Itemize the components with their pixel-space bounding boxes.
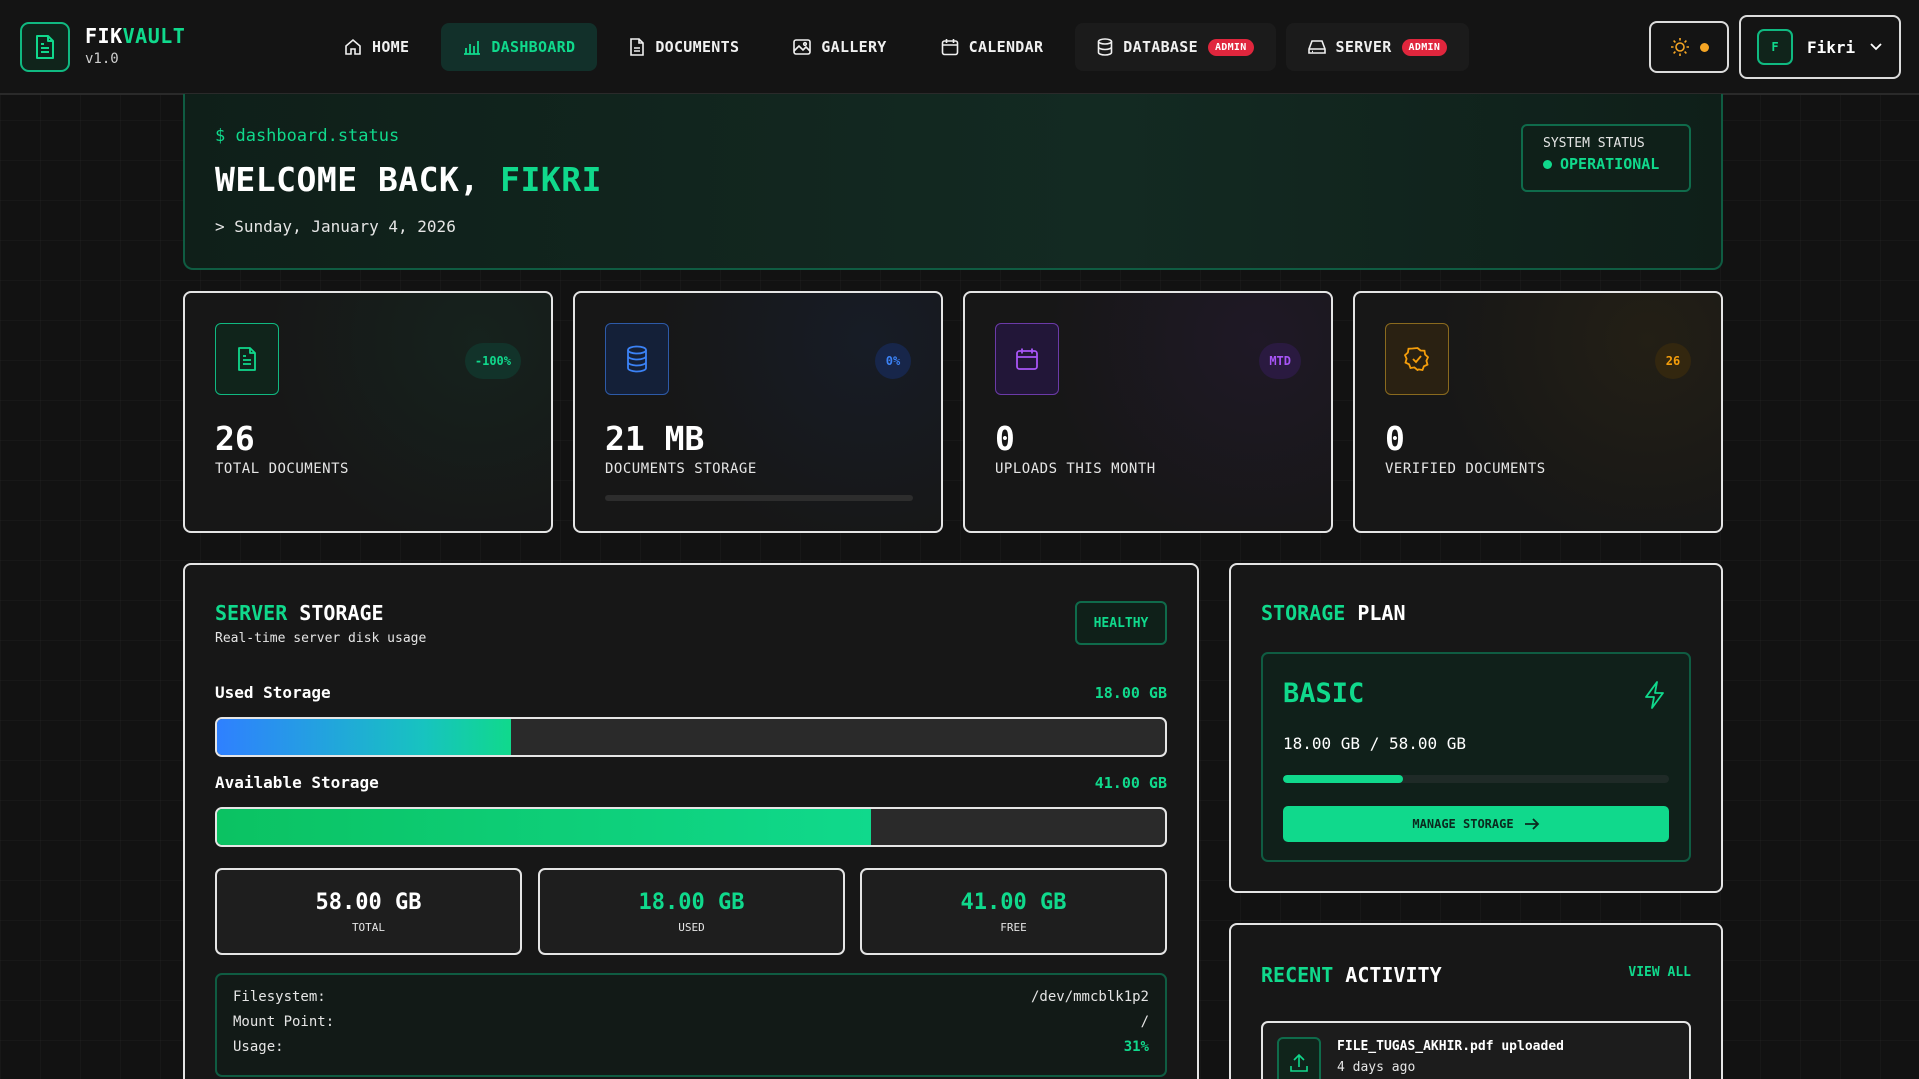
available-storage-fill	[217, 809, 872, 845]
stat-badge: 26	[1655, 343, 1691, 379]
activity-time: 4 days ago	[1337, 1060, 1416, 1075]
verified-badge-icon	[1404, 347, 1430, 372]
stat-card-verified-documents[interactable]: 26 0 VERIFIED DOCUMENTS	[1353, 291, 1723, 533]
welcome-banner: $ dashboard.status WELCOME BACK, FIKRI >…	[183, 94, 1723, 270]
main-nav: HOME DASHBOARD DOCUMENTS GALLERY CALENDA…	[322, 23, 1470, 71]
stat-value: 21 MB	[605, 419, 705, 458]
database-icon	[1097, 38, 1113, 56]
nav-dashboard[interactable]: DASHBOARD	[441, 23, 598, 71]
manage-storage-button[interactable]: MANAGE STORAGE	[1283, 806, 1669, 842]
view-all-link[interactable]: VIEW ALL	[1628, 965, 1691, 980]
image-icon	[793, 39, 812, 55]
document-icon	[36, 35, 54, 59]
panel-subtitle: Real-time server disk usage	[215, 631, 427, 646]
database-icon	[627, 345, 647, 373]
filesystem-info: Filesystem:/dev/mmcblk1p2 Mount Point: / …	[215, 973, 1167, 1077]
activity-title: FILE_TUGAS_AKHIR.pdf uploaded	[1337, 1039, 1564, 1054]
avatar: F	[1757, 29, 1793, 65]
stat-badge: -100%	[464, 343, 521, 379]
plan-name: BASIC	[1283, 678, 1365, 709]
used-storage-card: 18.00 GB USED	[538, 868, 845, 955]
status-badge: HEALTHY	[1075, 601, 1167, 645]
stat-icon-box	[605, 323, 669, 395]
system-status-card: SYSTEM STATUS OPERATIONAL	[1521, 124, 1691, 192]
stat-card-documents-storage[interactable]: 0% 21 MB DOCUMENTS STORAGE	[573, 291, 943, 533]
stat-badge: 0%	[875, 343, 911, 379]
stat-label: UPLOADS THIS MONTH	[995, 461, 1156, 477]
sun-icon	[1670, 38, 1689, 56]
nav-documents[interactable]: DOCUMENTS	[607, 23, 761, 71]
stat-label: TOTAL DOCUMENTS	[215, 461, 349, 477]
stat-value: 26	[215, 419, 255, 458]
calendar-icon	[1016, 348, 1038, 370]
storage-progress-bar	[605, 495, 913, 501]
server-icon	[1307, 40, 1326, 54]
current-date: > Sunday, January 4, 2026	[215, 217, 456, 236]
stat-label: DOCUMENTS STORAGE	[605, 461, 757, 477]
used-storage-fill	[217, 719, 511, 755]
plan-card: BASIC 18.00 GB / 58.00 GB MANAGE STORAGE	[1261, 652, 1691, 862]
nav-calendar[interactable]: CALENDAR	[919, 23, 1066, 71]
nav-server[interactable]: SERVER ADMIN	[1285, 23, 1470, 71]
recent-activity-panel: RECENT ACTIVITY VIEW ALL FILE_TUGAS_AKHI…	[1229, 923, 1723, 1079]
lightning-icon	[1645, 681, 1664, 709]
logo[interactable]	[20, 22, 70, 72]
terminal-prompt: $ dashboard.status	[215, 126, 400, 146]
used-storage-bar	[215, 717, 1167, 757]
free-storage-card: 41.00 GB FREE	[860, 868, 1167, 955]
available-storage-label: Available Storage	[215, 773, 379, 792]
admin-badge: ADMIN	[1207, 38, 1254, 56]
top-navbar: FIKVAULT v1.0 HOME DASHBOARD DOCUMENTS G…	[0, 0, 1919, 95]
panel-title: SERVER STORAGE	[215, 601, 384, 625]
activity-icon-box	[1277, 1037, 1321, 1079]
status-dot	[1543, 159, 1552, 169]
brand: FIKVAULT v1.0	[85, 24, 185, 67]
panel-title: RECENT ACTIVITY	[1261, 963, 1442, 987]
total-storage-card: 58.00 GB TOTAL	[215, 868, 522, 955]
file-icon	[630, 38, 645, 56]
available-storage-value: 41.00 GB	[1094, 774, 1167, 792]
brand-name: FIKVAULT	[85, 24, 186, 48]
available-storage-bar	[215, 807, 1167, 847]
arrow-right-icon	[1524, 818, 1539, 830]
stat-value: 0	[995, 419, 1015, 458]
theme-indicator-dot	[1699, 42, 1709, 52]
plan-usage: 18.00 GB / 58.00 GB	[1283, 734, 1467, 753]
brand-version: v1.0	[85, 51, 119, 67]
chevron-down-icon	[1870, 43, 1882, 51]
nav-database[interactable]: DATABASE ADMIN	[1075, 23, 1276, 71]
stat-icon-box	[1385, 323, 1449, 395]
stat-icon-box	[995, 323, 1059, 395]
plan-progress-bar	[1283, 775, 1669, 783]
storage-plan-panel: STORAGE PLAN BASIC 18.00 GB / 58.00 GB M…	[1229, 563, 1723, 893]
upload-icon	[1290, 1053, 1308, 1072]
admin-badge: ADMIN	[1401, 38, 1448, 56]
server-storage-panel: SERVER STORAGE Real-time server disk usa…	[183, 563, 1199, 1079]
list-item[interactable]: FILE_TUGAS_AKHIR.pdf uploaded 4 days ago	[1261, 1021, 1691, 1079]
calendar-icon	[941, 39, 958, 56]
stat-icon-box	[215, 323, 279, 395]
bar-chart-icon	[464, 41, 481, 55]
home-icon	[345, 38, 361, 55]
nav-home[interactable]: HOME	[322, 23, 431, 71]
stat-value: 0	[1385, 419, 1405, 458]
user-menu-button[interactable]: F Fikri	[1739, 15, 1901, 79]
used-storage-value: 18.00 GB	[1094, 684, 1167, 702]
theme-toggle-button[interactable]	[1649, 21, 1729, 73]
stat-label: VERIFIED DOCUMENTS	[1385, 461, 1546, 477]
nav-gallery[interactable]: GALLERY	[771, 23, 908, 71]
stat-card-total-documents[interactable]: -100% 26 TOTAL DOCUMENTS	[183, 291, 553, 533]
panel-title: STORAGE PLAN	[1261, 601, 1406, 625]
stat-badge: MTD	[1259, 343, 1301, 379]
document-icon	[238, 347, 256, 371]
used-storage-label: Used Storage	[215, 683, 331, 702]
stat-card-uploads-this-month[interactable]: MTD 0 UPLOADS THIS MONTH	[963, 291, 1333, 533]
welcome-title: WELCOME BACK, FIKRI	[215, 160, 602, 199]
plan-progress-fill	[1283, 775, 1403, 783]
user-name: Fikri	[1807, 37, 1856, 57]
